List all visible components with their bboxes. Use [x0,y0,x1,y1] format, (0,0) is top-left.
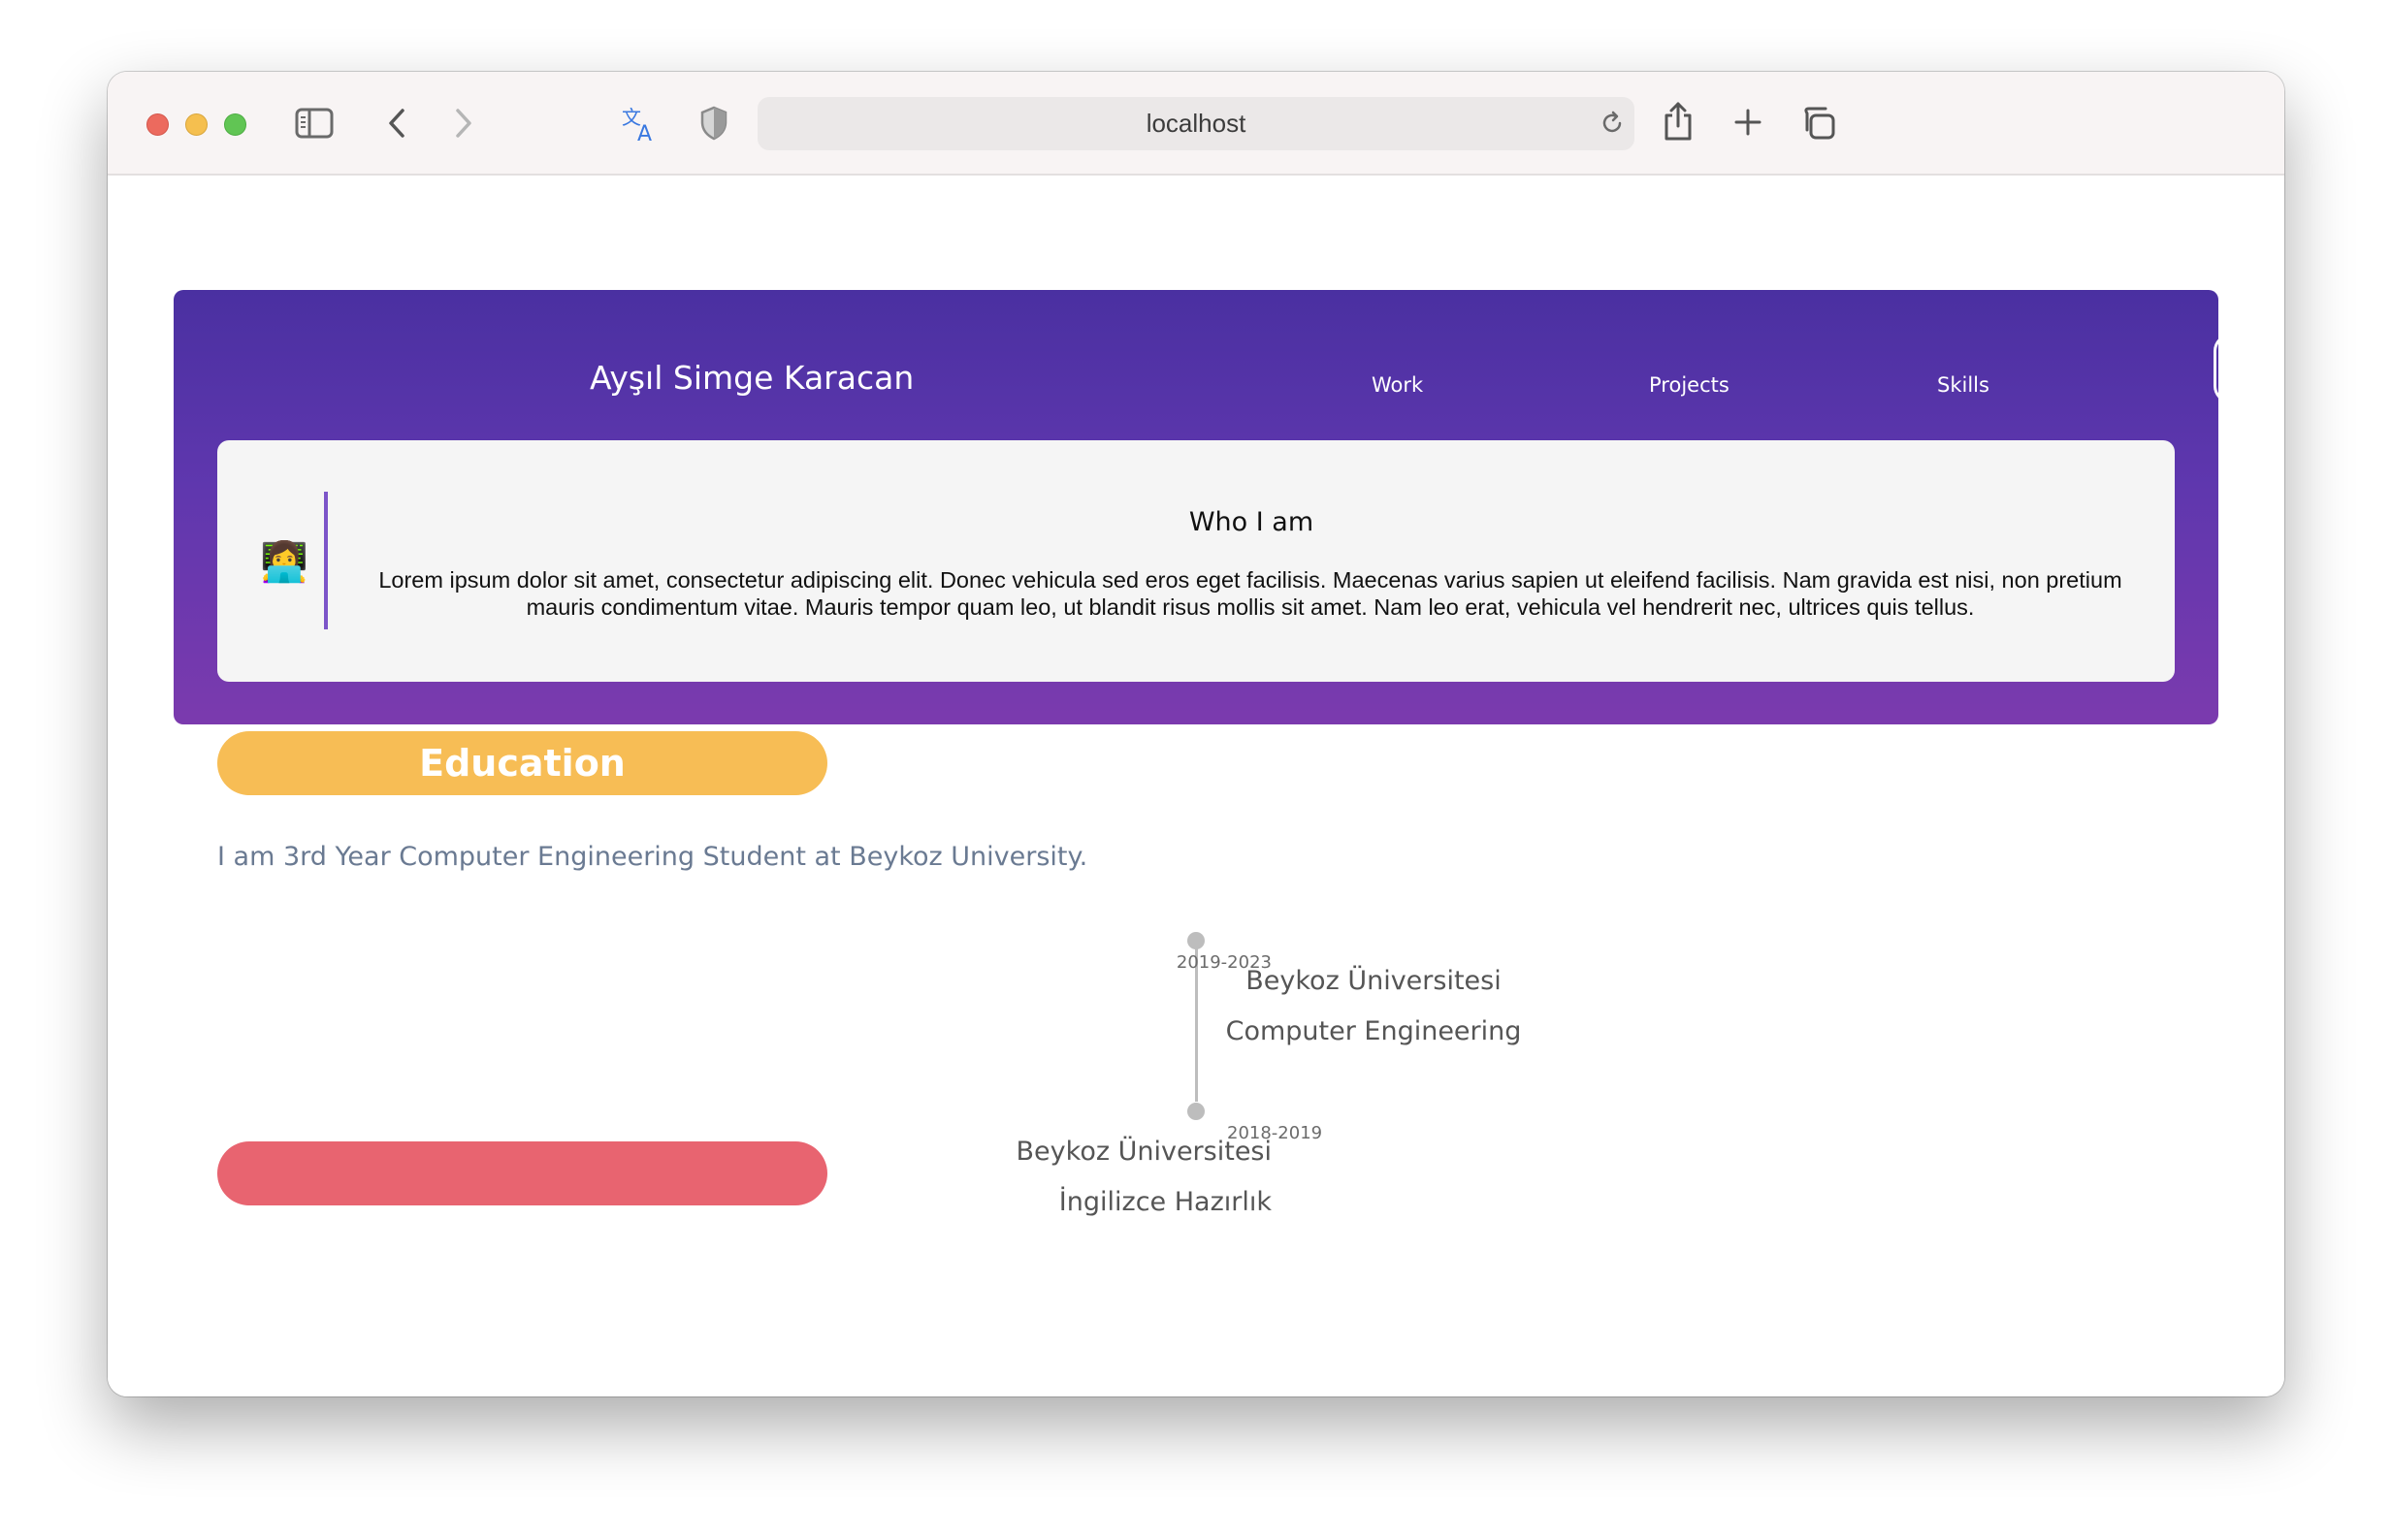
nav-link-projects[interactable]: Projects [1649,373,1729,397]
education-intro: I am 3rd Year Computer Engineering Stude… [217,842,1088,872]
browser-window: 文 A localhost Ayşıl Simge Karacan Work P… [108,72,2284,1396]
about-title: Who I am [1188,507,1314,537]
new-tab-plus-icon[interactable] [1731,106,1764,139]
browser-toolbar: 文 A localhost [108,72,2284,176]
forward-icon[interactable] [449,105,478,142]
sidebar-icon[interactable] [295,107,334,140]
timeline-dot [1187,1103,1205,1120]
nav-link-skills[interactable]: Skills [1937,373,1989,397]
next-section-heading [217,1141,827,1205]
header-banner: Ayşıl Simge Karacan Work Projects Skills… [174,290,2283,724]
timeline-school: Beykoz Üniversitesi [1245,966,1502,996]
about-card: 👩‍💻 Who I am Lorem ipsum dolor sit amet,… [217,440,2175,682]
nav-link-work[interactable]: Work [1372,373,1423,397]
timeline-program: Computer Engineering [1225,1016,1522,1046]
reload-icon[interactable] [1598,109,1627,138]
timeline-dot [1187,932,1205,949]
svg-text:A: A [637,122,652,144]
timeline-entry: Beykoz Üniversitesi İngilizce Hazırlık [1017,1127,1272,1228]
close-window-button[interactable] [146,113,169,136]
education-heading: Education [217,731,827,795]
tabs-overview-icon[interactable] [1800,105,1837,142]
timeline-program: İngilizce Hazırlık [1058,1187,1272,1217]
shield-icon[interactable] [697,104,730,143]
site-owner-name[interactable]: Ayşıl Simge Karacan [590,359,914,397]
translate-icon[interactable]: 文 A [620,103,661,144]
page-content: Ayşıl Simge Karacan Work Projects Skills… [108,176,2284,1396]
timeline-entry: Beykoz Üniversitesi Computer Engineering [1180,956,1568,1057]
moon-icon [2234,354,2262,384]
back-icon[interactable] [382,105,411,142]
dark-mode-toggle-button[interactable] [2214,334,2283,403]
share-icon[interactable] [1661,99,1696,144]
url-text[interactable]: localhost [758,97,1634,150]
zoom-window-button[interactable] [224,113,246,136]
about-text: Lorem ipsum dolor sit amet, consectetur … [378,567,2122,620]
timeline-school: Beykoz Üniversitesi [1016,1137,1272,1167]
minimize-window-button[interactable] [185,113,208,136]
developer-emoji-icon: 👩‍💻 [260,540,308,585]
address-bar[interactable]: localhost [758,97,1634,150]
